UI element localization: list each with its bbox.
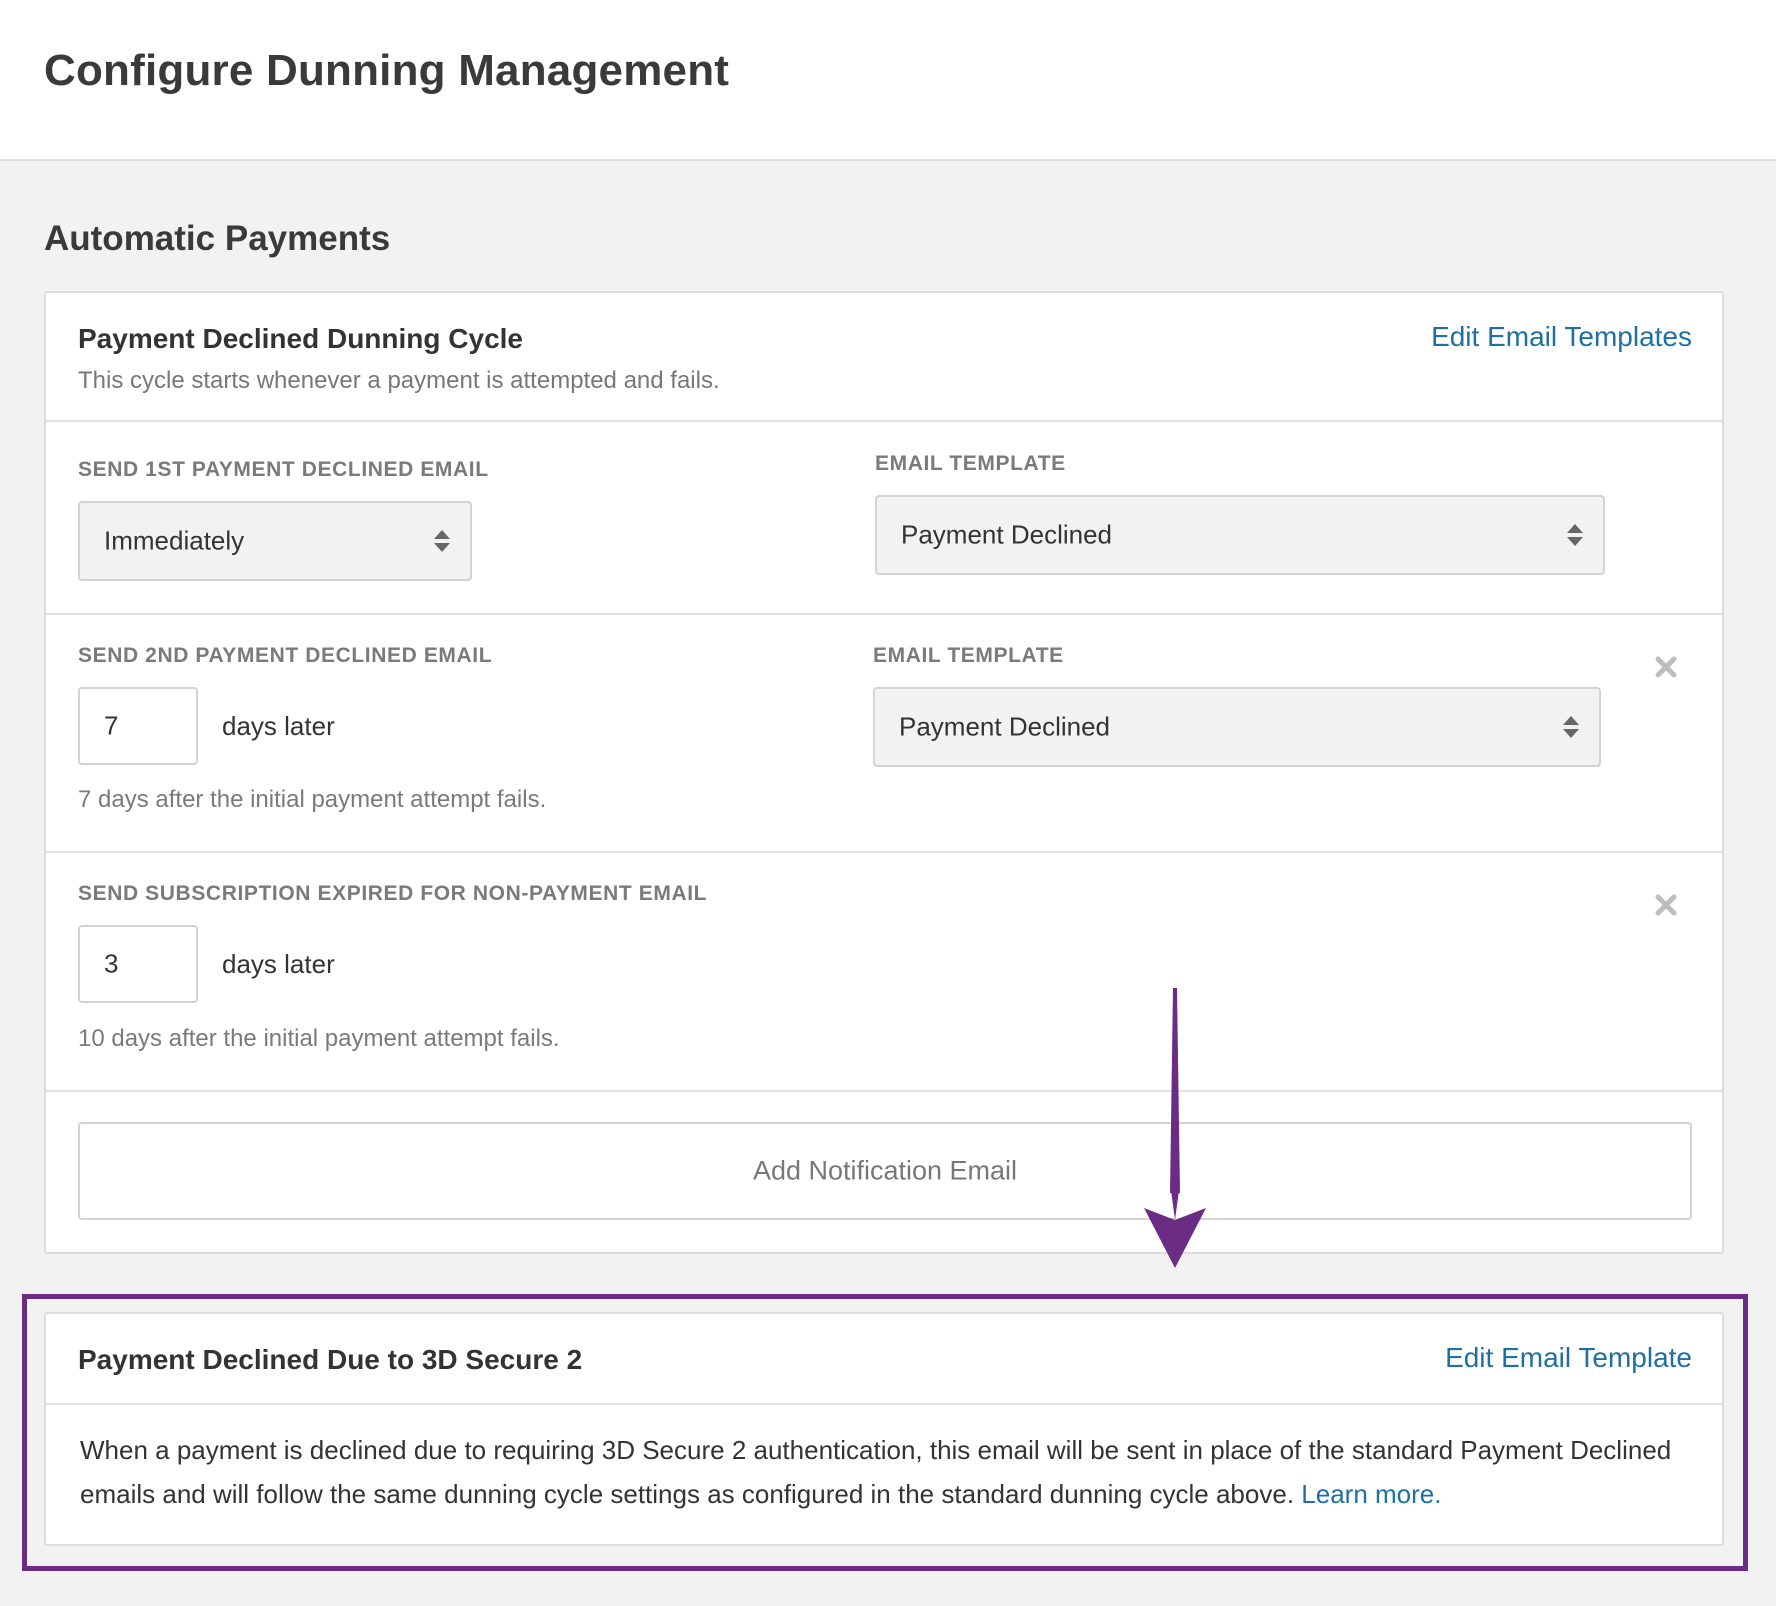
close-icon[interactable] <box>1654 655 1678 679</box>
step-2-days-input[interactable]: 7 <box>78 687 198 765</box>
section-title: Automatic Payments <box>44 219 391 258</box>
page-title: Configure Dunning Management <box>44 46 730 95</box>
step-2-label: SEND 2ND PAYMENT DECLINED EMAIL <box>78 644 493 667</box>
step-2-hint: 7 days after the initial payment attempt… <box>78 786 547 813</box>
step-3-hint: 10 days after the initial payment attemp… <box>78 1025 560 1052</box>
divider <box>46 420 1722 422</box>
add-notification-email-button[interactable]: Add Notification Email <box>78 1122 1692 1220</box>
updown-caret-icon <box>1563 716 1579 738</box>
secure-card-body: When a payment is declined due to requir… <box>80 1428 1680 1516</box>
step-1-template-label: EMAIL TEMPLATE <box>875 452 1066 475</box>
step-1-label: SEND 1ST PAYMENT DECLINED EMAIL <box>78 458 489 481</box>
card-subtitle: This cycle starts whenever a payment is … <box>78 367 720 394</box>
step-3-days-value: 3 <box>104 948 119 979</box>
updown-caret-icon <box>434 530 450 552</box>
step-2-days-suffix: days later <box>222 711 335 741</box>
edit-email-templates-link[interactable]: Edit Email Templates <box>1431 321 1692 353</box>
step-2-days-value: 7 <box>104 710 119 741</box>
edit-email-template-link[interactable]: Edit Email Template <box>1445 1342 1692 1374</box>
card-title: Payment Declined Dunning Cycle <box>78 323 523 354</box>
secure-3ds-card: Payment Declined Due to 3D Secure 2 Edit… <box>44 1312 1724 1546</box>
step-3-days-input[interactable]: 3 <box>78 925 198 1003</box>
step-3-days-suffix: days later <box>222 949 335 979</box>
add-notification-email-label: Add Notification Email <box>752 1155 1018 1186</box>
dunning-cycle-card: Payment Declined Dunning Cycle Edit Emai… <box>44 291 1724 1254</box>
divider <box>46 1090 1722 1092</box>
divider <box>46 1403 1722 1405</box>
step-2-template-select[interactable]: Payment Declined <box>873 687 1601 767</box>
step-1-template-value: Payment Declined <box>901 519 1112 550</box>
step-1-timing-value: Immediately <box>104 525 245 556</box>
step-2-template-value: Payment Declined <box>899 711 1110 742</box>
annotation-arrow-icon <box>1144 988 1206 1268</box>
learn-more-link[interactable]: Learn more. <box>1301 1479 1441 1509</box>
page-header: Configure Dunning Management <box>0 0 1776 161</box>
step-1-timing-select[interactable]: Immediately <box>78 501 472 581</box>
step-1-template-select[interactable]: Payment Declined <box>875 495 1605 575</box>
divider <box>46 613 1722 615</box>
close-icon[interactable] <box>1654 893 1678 917</box>
step-2-template-label: EMAIL TEMPLATE <box>873 644 1064 667</box>
divider <box>46 851 1722 853</box>
secure-card-title: Payment Declined Due to 3D Secure 2 <box>78 1344 583 1375</box>
updown-caret-icon <box>1567 524 1583 546</box>
step-3-label: SEND SUBSCRIPTION EXPIRED FOR NON-PAYMEN… <box>78 882 708 905</box>
